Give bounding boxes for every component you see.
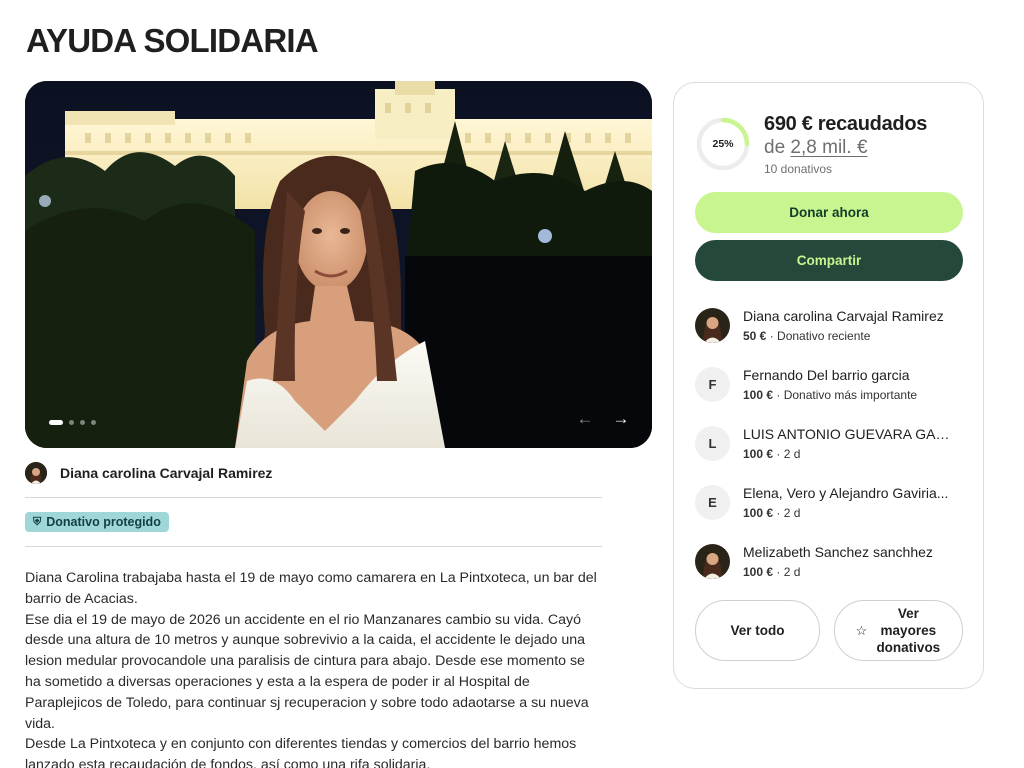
star-icon: ☆ [855,623,868,638]
progress-ring: 25% [695,116,751,172]
campaign-photo [25,81,652,448]
badge-label: Donativo protegido [46,515,161,529]
donor-note: · Donativo reciente [766,329,871,343]
carousel-dot[interactable] [80,420,85,425]
donor-meta: 100 € · 2 d [743,565,933,579]
donor-name: Diana carolina Carvajal Ramirez [743,308,944,324]
donate-now-button[interactable]: Donar ahora [695,192,963,233]
campaign-photo-carousel[interactable]: ← → [25,81,652,448]
organizer-avatar [25,462,47,484]
donor-item[interactable]: E Elena, Vero y Alejandro Gaviria... 100 €… [695,484,948,520]
donor-avatar [695,308,730,343]
donor-name: Melizabeth Sanchez sanchhez [743,544,933,560]
top-donations-label: Ver mayores donativos [876,606,941,655]
carousel-dot[interactable] [69,420,74,425]
protected-donation-badge[interactable]: ⛨ Donativo protegido [25,512,169,532]
campaign-description: Diana Carolina trabajaba hasta el 19 de … [25,568,600,768]
donor-meta: 100 € · 2 d [743,447,955,461]
arrow-left-icon[interactable]: ← [574,408,596,430]
donor-avatar: E [695,485,730,520]
donor-note: · 2 d [773,565,801,579]
divider [25,546,602,547]
donor-meta: 100 € · 2 d [743,506,948,520]
donor-avatar: F [695,367,730,402]
donor-amount: 100 € [743,506,774,520]
donor-meta: 100 € · Donativo más importante [743,388,917,402]
goal-amount[interactable]: 2,8 mil. € [790,137,867,158]
description-paragraph: Ese dia el 19 de mayo de 2026 un acciden… [25,611,589,732]
description-paragraph: Desde La Pintxoteca y en conjunto con di… [25,736,577,768]
organizer[interactable]: Diana carolina Carvajal Ramirez [25,462,272,484]
see-all-button[interactable]: Ver todo [695,600,820,661]
donor-name: Fernando Del barrio garcia [743,367,910,383]
carousel-dot-active[interactable] [49,420,63,425]
goal: de 2,8 mil. € [764,137,868,159]
donations-count: 10 donativos [764,162,833,176]
donor-item[interactable]: F Fernando Del barrio garcia 100 € · Donat… [695,366,917,402]
share-button[interactable]: Compartir [695,240,963,281]
donor-item[interactable]: L LUIS ANTONIO GUEVARA GARCIA 100 € · 2 d [695,425,955,461]
donation-summary-card: 25% 690 € recaudados de 2,8 mil. € 10 do… [673,82,984,689]
progress-percent: 25% [712,138,734,150]
donor-item[interactable]: Melizabeth Sanchez sanchhez 100 € · 2 d [695,543,933,579]
donor-amount: 100 € [743,565,774,579]
arrow-right-icon[interactable]: → [610,408,632,430]
donor-note: · 2 d [773,506,801,520]
donor-name: LUIS ANTONIO GUEVARA GARCIA [743,426,955,442]
description-paragraph: Diana Carolina trabajaba hasta el 19 de … [25,570,597,607]
donor-avatar: L [695,426,730,461]
donor-avatar [695,544,730,579]
carousel-dot[interactable] [91,420,96,425]
goal-prefix: de [764,137,786,158]
organizer-name: Diana carolina Carvajal Ramirez [60,465,273,481]
donor-meta: 50 € · Donativo reciente [743,329,944,343]
top-donations-button[interactable]: ☆ Ver mayores donativos [834,600,963,661]
shield-icon: ⛨ [33,515,42,528]
donor-amount: 50 € [743,329,767,343]
donor-note: · Donativo más importante [773,388,918,402]
donor-name: Elena, Vero y Alejandro Gaviria... [743,485,949,501]
donor-note: · 2 d [773,447,801,461]
divider [25,497,602,498]
carousel-dots [49,420,96,425]
donor-item[interactable]: Diana carolina Carvajal Ramirez 50 € · Do… [695,307,944,343]
donor-amount: 100 € [743,388,774,402]
donor-amount: 100 € [743,447,774,461]
amount-raised: 690 € recaudados [764,113,928,135]
page-title: AYUDA SOLIDARIA [26,22,319,59]
